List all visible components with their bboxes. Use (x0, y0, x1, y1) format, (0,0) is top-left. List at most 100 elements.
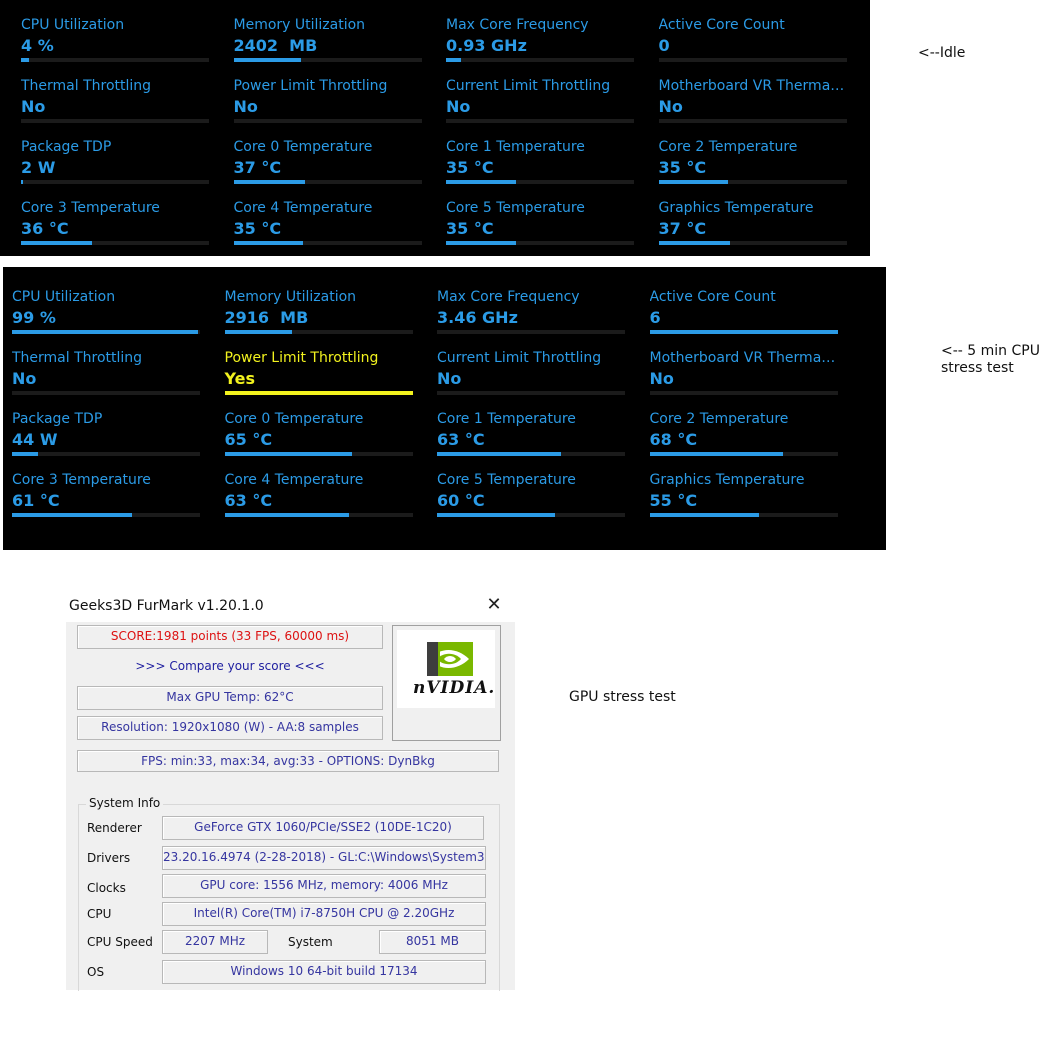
metric-level-fill (12, 513, 133, 517)
metric-label: Max Core Frequency (446, 17, 589, 33)
metric-tile: Core 5 Temperature 35 °C (446, 198, 634, 259)
metric-tile: Core 4 Temperature 63 °C (224, 470, 413, 531)
metric-level-fill (446, 180, 516, 184)
metric-value: 2916 MB (224, 308, 309, 327)
metric-label: Thermal Throttling (12, 350, 143, 366)
metric-level-bar (649, 513, 838, 517)
gpu-annotation: GPU stress test (569, 689, 676, 705)
metric-label: Memory Utilization (224, 289, 357, 305)
metric-level-bar (224, 391, 413, 395)
metric-value: Yes (224, 369, 256, 388)
metric-value: 36 °C (21, 219, 69, 238)
metric-label: Graphics Temperature (649, 472, 805, 488)
metric-tile: CPU Utilization 99 % (12, 287, 200, 348)
metric-tile: Graphics Temperature 55 °C (649, 470, 838, 531)
metric-tile: Thermal Throttling No (21, 76, 209, 137)
close-icon[interactable]: ✕ (483, 594, 505, 616)
system-info-legend: System Info (86, 796, 164, 810)
metric-label: Core 1 Temperature (446, 139, 585, 155)
metric-level-bar (233, 119, 422, 123)
metric-tile: Core 0 Temperature 37 °C (233, 137, 422, 198)
metric-label: Thermal Throttling (21, 78, 152, 94)
metric-label: Core 4 Temperature (233, 200, 373, 216)
metric-tile: Core 2 Temperature 35 °C (658, 137, 847, 198)
metric-level-fill (658, 180, 729, 184)
metric-level-bar (21, 119, 209, 123)
metric-level-bar (224, 452, 413, 456)
metric-label: Core 3 Temperature (12, 472, 151, 488)
metric-tile: Core 0 Temperature 65 °C (224, 409, 413, 470)
metric-tile: Core 4 Temperature 35 °C (233, 198, 422, 259)
metric-label: Current Limit Throttling (446, 78, 611, 94)
idle-monitor-panel: CPU Utilization 4 % Memory Utilization 2402… (0, 0, 870, 256)
metric-value: 44 W (12, 430, 58, 449)
nvidia-logo: nVIDIA. (397, 630, 495, 708)
metric-level-bar (233, 58, 422, 62)
metric-level-bar (649, 452, 838, 456)
metric-tile: Memory Utilization 2916 MB (224, 287, 413, 348)
metric-label: Active Core Count (658, 17, 785, 33)
nvidia-wordmark: nVIDIA. (413, 678, 496, 698)
metric-label: Motherboard VR Thermal... (649, 350, 838, 366)
metric-level-bar (658, 119, 847, 123)
metric-label: Active Core Count (649, 289, 776, 305)
stress-tile-grid: CPU Utilization 99 % Memory Utilization 291… (12, 287, 838, 531)
stress-annotation: <-- 5 min CPU stress test (941, 343, 1040, 376)
metric-level-fill (649, 513, 759, 517)
metric-label: Graphics Temperature (658, 200, 814, 216)
metric-tile: Motherboard VR Thermal... No (658, 76, 847, 137)
metric-label: Core 2 Temperature (658, 139, 798, 155)
metric-value: 99 % (12, 308, 56, 327)
metric-tile: Thermal Throttling No (12, 348, 200, 409)
metric-label: Package TDP (21, 139, 112, 155)
metric-tile: Graphics Temperature 37 °C (658, 198, 847, 259)
metric-value: No (233, 97, 258, 116)
metric-value: 0.93 GHz (446, 36, 527, 55)
metric-label: Package TDP (12, 411, 103, 427)
metric-tile: Motherboard VR Thermal... No (649, 348, 838, 409)
metric-level-bar (437, 452, 625, 456)
cpu-speed-label: CPU Speed (87, 935, 153, 949)
metric-level-fill (224, 452, 353, 456)
metric-level-bar (437, 513, 625, 517)
metric-level-fill (12, 452, 39, 456)
metric-tile: Core 3 Temperature 61 °C (12, 470, 200, 531)
metric-level-bar (21, 180, 209, 184)
metric-value: 4 % (21, 36, 54, 55)
metric-label: CPU Utilization (12, 289, 116, 305)
metric-value: 55 °C (649, 491, 698, 510)
metric-level-fill (446, 241, 516, 245)
metric-level-fill (224, 330, 293, 334)
metric-level-fill (649, 452, 783, 456)
os-label: OS (87, 965, 105, 979)
metric-tile: Core 3 Temperature 36 °C (21, 198, 209, 259)
metric-label: Core 4 Temperature (224, 472, 364, 488)
metric-level-bar (12, 330, 200, 334)
metric-tile: Core 2 Temperature 68 °C (649, 409, 838, 470)
metric-value: 6 (649, 308, 661, 327)
compare-score-link[interactable]: >>> Compare your score <<< (77, 659, 383, 673)
metric-label: Motherboard VR Thermal... (658, 78, 847, 94)
metric-level-bar (21, 58, 209, 62)
metric-level-fill (446, 58, 462, 62)
metric-level-fill (224, 513, 349, 517)
window-title: Geeks3D FurMark v1.20.1.0 (69, 598, 264, 614)
metric-label: Core 5 Temperature (446, 200, 585, 216)
fps-field: FPS: min:33, max:34, avg:33 - OPTIONS: D… (77, 750, 499, 772)
furmark-body: SCORE:1981 points (33 FPS, 60000 ms) >>>… (66, 622, 515, 991)
metric-level-fill (21, 241, 93, 245)
metric-tile: Core 5 Temperature 60 °C (437, 470, 625, 531)
metric-level-bar (12, 513, 200, 517)
metric-value: No (446, 97, 471, 116)
score-field: SCORE:1981 points (33 FPS, 60000 ms) (77, 625, 383, 649)
metric-level-bar (446, 180, 634, 184)
metric-level-fill (437, 513, 556, 517)
resolution-field: Resolution: 1920x1080 (W) - AA:8 samples (77, 716, 383, 740)
metric-label: Core 0 Temperature (233, 139, 373, 155)
max-gpu-temp-field: Max GPU Temp: 62°C (77, 686, 383, 710)
metric-value: 37 °C (233, 158, 282, 177)
metric-tile: Package TDP 44 W (12, 409, 200, 470)
metric-tile: Memory Utilization 2402 MB (233, 15, 422, 76)
metric-value: 35 °C (446, 219, 494, 238)
metric-label: Core 2 Temperature (649, 411, 789, 427)
